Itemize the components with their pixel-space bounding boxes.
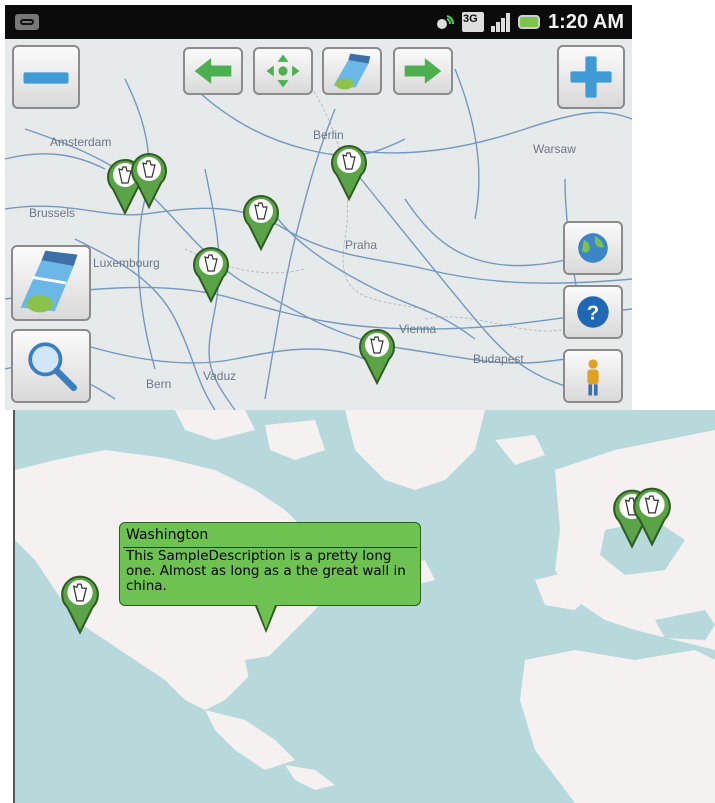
- map-pin-icon[interactable]: [631, 480, 673, 554]
- map-pin-icon[interactable]: [59, 568, 101, 642]
- balloon-pointer: [257, 605, 275, 629]
- previous-button[interactable]: [183, 47, 243, 95]
- road-network: [5, 68, 632, 410]
- city-label: Berlin: [313, 128, 344, 142]
- signal-icon: [491, 13, 510, 32]
- globe-icon: [578, 233, 608, 263]
- help-button[interactable]: ?: [563, 285, 623, 339]
- gps-icon: [437, 15, 454, 29]
- city-label: Vaduz: [203, 369, 237, 383]
- city-label: Budapest: [473, 352, 524, 366]
- android-map-screen: 3G 1:20 AM Amsterdam Berlin Warsaw Bruss…: [5, 5, 632, 410]
- city-label: Luxembourg: [93, 256, 160, 270]
- android-map-icon: [333, 53, 371, 90]
- plus-icon: [570, 56, 612, 98]
- move-icon: [266, 54, 300, 88]
- arrow-left-icon: [194, 58, 232, 84]
- zoom-in-button[interactable]: [557, 45, 625, 109]
- map-pin-icon[interactable]: [241, 191, 281, 255]
- magnifier-icon: [28, 342, 78, 392]
- map-pin-icon[interactable]: [357, 325, 397, 389]
- world-landmass: [15, 410, 715, 803]
- world-button[interactable]: [563, 221, 623, 275]
- minus-icon: [23, 72, 69, 84]
- city-label: Amsterdam: [50, 135, 112, 149]
- next-button[interactable]: [393, 47, 453, 95]
- map-pin-icon[interactable]: [191, 243, 231, 307]
- layer-toggle-button[interactable]: [11, 245, 91, 321]
- map-pin-icon[interactable]: [129, 149, 169, 213]
- svg-text:?: ?: [587, 302, 599, 324]
- map-pin-icon[interactable]: [329, 141, 369, 205]
- world-map-view[interactable]: Washington This SampleDescription is a p…: [13, 410, 715, 803]
- city-label: Warsaw: [533, 142, 576, 156]
- voicemail-icon: [15, 14, 39, 30]
- city-label: Praha: [345, 238, 378, 252]
- city-label: Brussels: [29, 206, 76, 220]
- zoom-out-button[interactable]: [12, 45, 80, 109]
- status-bar: 3G 1:20 AM: [5, 5, 632, 39]
- battery-icon: [518, 15, 540, 29]
- city-label: Bern: [146, 377, 172, 391]
- help-icon: ?: [577, 296, 609, 328]
- 3g-icon: 3G: [462, 12, 484, 32]
- balloon-description: This SampleDescription is a pretty long …: [126, 548, 406, 594]
- balloon-title: Washington: [126, 527, 209, 543]
- layers-button[interactable]: [322, 47, 382, 95]
- person-button[interactable]: [563, 349, 623, 403]
- person-icon: [587, 359, 599, 396]
- info-balloon[interactable]: Washington This SampleDescription is a p…: [119, 522, 421, 606]
- city-label: Vienna: [399, 322, 437, 336]
- android-map-icon: [20, 250, 78, 313]
- map-view-europe[interactable]: Amsterdam Berlin Warsaw Brussels Luxembo…: [5, 39, 632, 410]
- network-badge: 3G: [463, 13, 478, 25]
- arrow-right-icon: [404, 58, 442, 84]
- clock: 1:20 AM: [548, 11, 624, 33]
- center-button[interactable]: [253, 47, 313, 95]
- search-button[interactable]: [11, 329, 91, 403]
